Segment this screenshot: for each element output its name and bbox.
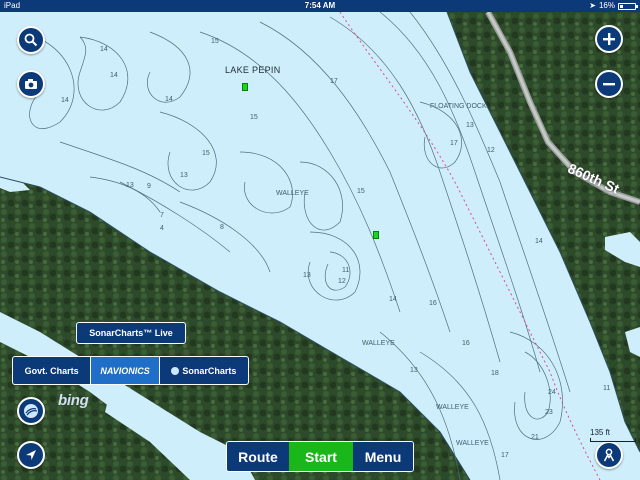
depth-label: 11 bbox=[603, 385, 611, 392]
location-arrow-icon: ➤ bbox=[589, 1, 596, 10]
sonar-disc-icon bbox=[24, 404, 38, 418]
scale-label: 135 ft bbox=[590, 428, 611, 437]
battery-icon bbox=[618, 2, 638, 10]
depth-label: 12 bbox=[338, 278, 346, 285]
depth-label: 14 bbox=[110, 72, 118, 79]
depth-label: 7 bbox=[160, 212, 164, 219]
poi-label-walleye[interactable]: WALLEYE bbox=[362, 340, 395, 347]
user-icon bbox=[603, 448, 615, 462]
depth-label: 13 bbox=[466, 122, 474, 129]
sonarcharts-live-toggle[interactable]: SonarCharts™ Live bbox=[76, 322, 186, 344]
status-bar: iPad 7:54 AM ➤ 16% bbox=[0, 0, 640, 12]
battery-percent: 16% bbox=[598, 1, 615, 10]
depth-label: 18 bbox=[491, 370, 499, 377]
zoom-in-button[interactable] bbox=[595, 25, 623, 53]
poi-label-floating-dock[interactable]: FLOATING DOCK bbox=[430, 103, 487, 110]
depth-label: 4 bbox=[160, 225, 164, 232]
depth-label: 15 bbox=[250, 114, 258, 121]
zoom-out-button[interactable] bbox=[595, 70, 623, 98]
depth-label: 17 bbox=[450, 140, 458, 147]
scale-line bbox=[590, 438, 636, 442]
sonar-disc-icon bbox=[171, 366, 180, 375]
depth-label: 16 bbox=[429, 300, 437, 307]
minus-icon bbox=[603, 83, 615, 86]
depth-label: 14 bbox=[165, 96, 173, 103]
poi-label-walleye[interactable]: WALLEYE bbox=[456, 440, 489, 447]
lake-name: LAKE PEPIN bbox=[225, 65, 281, 75]
depth-label: 14 bbox=[389, 296, 397, 303]
depth-label: 23 bbox=[545, 409, 553, 416]
depth-label: 12 bbox=[487, 147, 495, 154]
depth-label: 16 bbox=[462, 340, 470, 347]
navionics-logo: NAVIONICS bbox=[100, 365, 150, 376]
depth-label: 14 bbox=[100, 46, 108, 53]
status-right: ➤ 16% bbox=[589, 0, 638, 12]
waypoint-marker[interactable] bbox=[242, 83, 248, 91]
depth-label: 17 bbox=[330, 78, 338, 85]
locate-button[interactable] bbox=[17, 441, 45, 469]
search-button[interactable] bbox=[17, 26, 45, 54]
camera-icon bbox=[25, 79, 37, 89]
depth-label: 15 bbox=[202, 150, 210, 157]
route-button[interactable]: Route bbox=[227, 442, 289, 471]
camera-button[interactable] bbox=[17, 70, 45, 98]
depth-label: 11 bbox=[342, 267, 350, 274]
depth-label: 13 bbox=[180, 172, 188, 179]
scale-bar: 135 ft bbox=[590, 428, 636, 442]
chart-type-selector: Govt. Charts NAVIONICS SonarCharts bbox=[12, 356, 249, 385]
menu-button[interactable]: Menu bbox=[353, 442, 413, 471]
start-button[interactable]: Start bbox=[289, 442, 353, 471]
navigation-arrow-icon bbox=[26, 450, 36, 460]
depth-label: 15 bbox=[357, 188, 365, 195]
depth-label: 24 bbox=[548, 389, 556, 396]
bottom-toolbar: Route Start Menu bbox=[226, 441, 414, 472]
clock: 7:54 AM bbox=[304, 1, 336, 10]
tab-sonarcharts-label: SonarCharts bbox=[182, 365, 237, 376]
depth-label: 8 bbox=[220, 224, 224, 231]
account-button[interactable] bbox=[595, 441, 623, 469]
waypoint-marker[interactable] bbox=[373, 231, 379, 239]
tab-navionics[interactable]: NAVIONICS bbox=[90, 357, 160, 384]
sonar-logging-button[interactable] bbox=[17, 397, 45, 425]
plus-icon bbox=[603, 33, 615, 45]
map-view[interactable]: 15 14 14 14 14 15 17 13 15 12 13 13 9 7 … bbox=[0, 12, 640, 480]
depth-label: 21 bbox=[531, 434, 539, 441]
poi-label-walleye[interactable]: WALLEYE bbox=[276, 190, 309, 197]
map-base bbox=[0, 12, 640, 480]
depth-label: 14 bbox=[61, 97, 69, 104]
tab-govt-charts[interactable]: Govt. Charts bbox=[13, 357, 90, 384]
depth-label: 9 bbox=[147, 183, 151, 190]
depth-label: 15 bbox=[211, 38, 219, 45]
search-icon bbox=[24, 33, 38, 47]
depth-label: 13 bbox=[303, 272, 311, 279]
depth-label: 13 bbox=[410, 367, 418, 374]
poi-label-walleye[interactable]: WALLEYE bbox=[436, 404, 469, 411]
depth-label: 13 bbox=[126, 182, 134, 189]
bing-attribution: bing bbox=[58, 392, 89, 409]
tab-sonarcharts[interactable]: SonarCharts bbox=[160, 357, 248, 384]
depth-label: 14 bbox=[535, 238, 543, 245]
depth-label: 17 bbox=[501, 452, 509, 459]
